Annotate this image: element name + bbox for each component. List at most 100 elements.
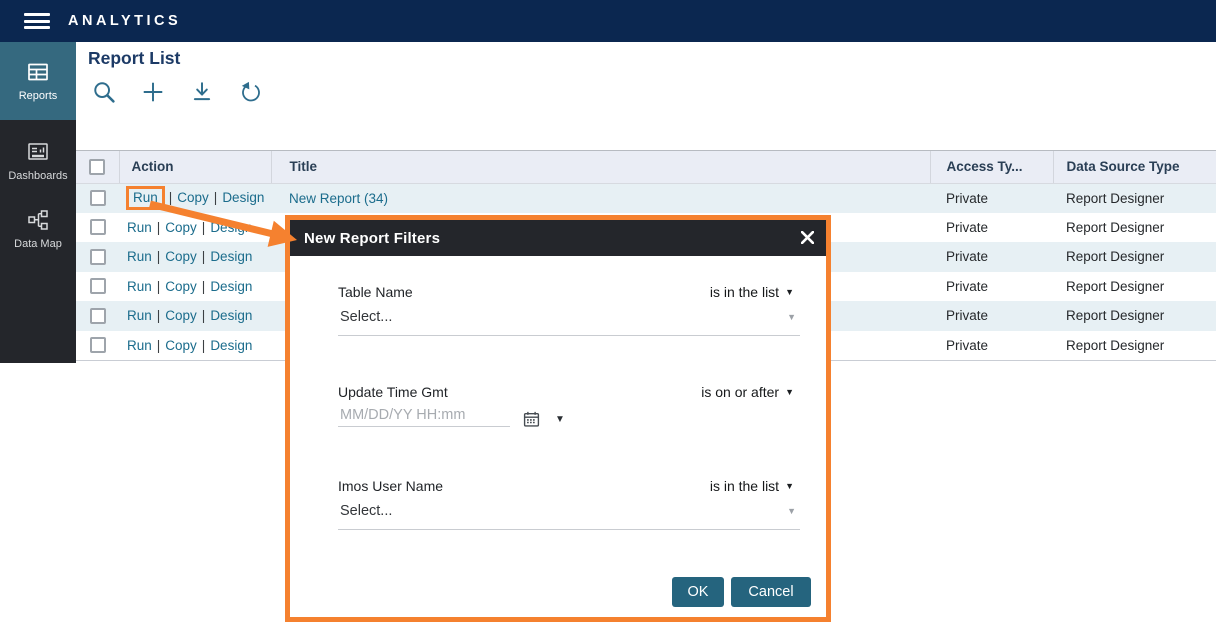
- copy-link[interactable]: Copy: [165, 279, 197, 294]
- top-bar: ANALYTICS: [0, 0, 1216, 42]
- operator-dropdown[interactable]: is on or after ▼: [701, 384, 800, 400]
- ok-button[interactable]: OK: [672, 577, 724, 607]
- operator-value: is in the list: [710, 284, 779, 300]
- design-link[interactable]: Design: [210, 220, 252, 235]
- datetime-input[interactable]: [338, 407, 510, 427]
- access-type-cell: Private: [930, 301, 1053, 331]
- reports-table-icon: [25, 60, 51, 84]
- operator-value: is in the list: [710, 478, 779, 494]
- design-link[interactable]: Design: [210, 279, 252, 294]
- app-root: ANALYTICS Reports: [0, 0, 1216, 625]
- row-checkbox[interactable]: [90, 337, 106, 353]
- data-source-cell: Report Designer: [1053, 242, 1216, 272]
- close-button[interactable]: [800, 231, 814, 245]
- chevron-down-icon: ▼: [785, 482, 794, 491]
- copy-link[interactable]: Copy: [165, 249, 197, 264]
- row-checkbox[interactable]: [90, 278, 106, 294]
- filter-label: Table Name: [338, 284, 413, 300]
- imos-user-name-select[interactable]: Select... ▼: [338, 503, 800, 530]
- calendar-icon: [523, 415, 540, 430]
- access-type-cell: Private: [930, 331, 1053, 361]
- link-separator: |: [157, 279, 161, 294]
- dashboards-icon: [25, 140, 51, 164]
- download-button[interactable]: [188, 79, 216, 107]
- copy-link[interactable]: Copy: [177, 190, 209, 205]
- reset-button[interactable]: [237, 79, 265, 107]
- datetime-dropdown-caret[interactable]: ▼: [555, 414, 565, 427]
- table-name-select[interactable]: Select... ▼: [338, 309, 800, 336]
- table-row: Run|Copy|DesignNew Report (34)PrivateRep…: [76, 183, 1216, 213]
- run-link[interactable]: Run: [127, 249, 152, 264]
- access-type-cell: Private: [930, 242, 1053, 272]
- link-separator: |: [169, 190, 173, 205]
- design-link[interactable]: Design: [210, 338, 252, 353]
- operator-value: is on or after: [701, 384, 779, 400]
- copy-link[interactable]: Copy: [165, 338, 197, 353]
- filter-label: Imos User Name: [338, 478, 443, 494]
- sidebar-item-label: Data Map: [14, 238, 62, 250]
- column-header-title[interactable]: Title: [271, 151, 930, 183]
- column-header-action[interactable]: Action: [119, 151, 271, 183]
- link-separator: |: [157, 220, 161, 235]
- report-list-toolbar: [90, 79, 265, 107]
- access-type-cell: Private: [930, 183, 1053, 213]
- cancel-button[interactable]: Cancel: [731, 577, 811, 607]
- column-header-access-type[interactable]: Access Ty...: [930, 151, 1053, 183]
- data-source-cell: Report Designer: [1053, 272, 1216, 302]
- sidebar-item-label: Dashboards: [8, 170, 67, 182]
- select-all-checkbox[interactable]: [89, 159, 105, 175]
- filter-table-name: Table Name is in the list ▼ Select... ▼: [338, 284, 800, 336]
- app-title: ANALYTICS: [68, 0, 181, 42]
- add-icon: [141, 80, 165, 107]
- link-separator: |: [214, 190, 218, 205]
- row-checkbox[interactable]: [90, 308, 106, 324]
- sidebar-item-data-map[interactable]: Data Map: [0, 208, 76, 250]
- row-checkbox[interactable]: [90, 219, 106, 235]
- access-type-cell: Private: [930, 272, 1053, 302]
- modal-body: Table Name is in the list ▼ Select... ▼ …: [290, 256, 826, 617]
- row-checkbox[interactable]: [90, 190, 106, 206]
- run-link[interactable]: Run: [127, 308, 152, 323]
- download-icon: [190, 80, 214, 107]
- run-link[interactable]: Run: [127, 338, 152, 353]
- run-link[interactable]: Run: [127, 220, 152, 235]
- filter-imos-user-name: Imos User Name is in the list ▼ Select..…: [338, 478, 800, 530]
- calendar-picker-button[interactable]: [523, 411, 540, 427]
- add-report-button[interactable]: [139, 79, 167, 107]
- modal-actions: OK Cancel: [672, 577, 811, 607]
- report-title-link[interactable]: New Report (34): [289, 191, 388, 206]
- operator-dropdown[interactable]: is in the list ▼: [710, 284, 800, 300]
- design-link[interactable]: Design: [222, 190, 264, 205]
- design-link[interactable]: Design: [210, 249, 252, 264]
- copy-link[interactable]: Copy: [165, 220, 197, 235]
- access-type-cell: Private: [930, 213, 1053, 243]
- chevron-down-icon: ▼: [785, 288, 794, 297]
- run-link[interactable]: Run: [126, 186, 165, 210]
- filter-label: Update Time Gmt: [338, 384, 448, 400]
- new-report-filters-modal: New Report Filters Table Name is in the …: [285, 215, 831, 622]
- sidebar-item-reports[interactable]: Reports: [0, 42, 76, 120]
- link-separator: |: [202, 220, 206, 235]
- design-link[interactable]: Design: [210, 308, 252, 323]
- column-header-data-source-type[interactable]: Data Source Type: [1053, 151, 1216, 183]
- data-source-cell: Report Designer: [1053, 301, 1216, 331]
- link-separator: |: [202, 338, 206, 353]
- operator-dropdown[interactable]: is in the list ▼: [710, 478, 800, 494]
- search-button[interactable]: [90, 79, 118, 107]
- close-icon: [801, 232, 814, 247]
- hamburger-menu-icon[interactable]: [24, 13, 50, 29]
- sidebar: Reports Dashboards: [0, 42, 76, 363]
- search-icon: [92, 80, 116, 107]
- copy-link[interactable]: Copy: [165, 308, 197, 323]
- select-placeholder: Select...: [340, 503, 392, 519]
- filter-update-time-gmt: Update Time Gmt is on or after ▼: [338, 384, 800, 427]
- modal-title: New Report Filters: [304, 230, 440, 247]
- select-placeholder: Select...: [340, 309, 392, 325]
- link-separator: |: [157, 249, 161, 264]
- row-checkbox[interactable]: [90, 249, 106, 265]
- run-link[interactable]: Run: [127, 279, 152, 294]
- link-separator: |: [157, 308, 161, 323]
- link-separator: |: [202, 279, 206, 294]
- modal-header: New Report Filters: [290, 220, 826, 256]
- sidebar-item-dashboards[interactable]: Dashboards: [0, 140, 76, 182]
